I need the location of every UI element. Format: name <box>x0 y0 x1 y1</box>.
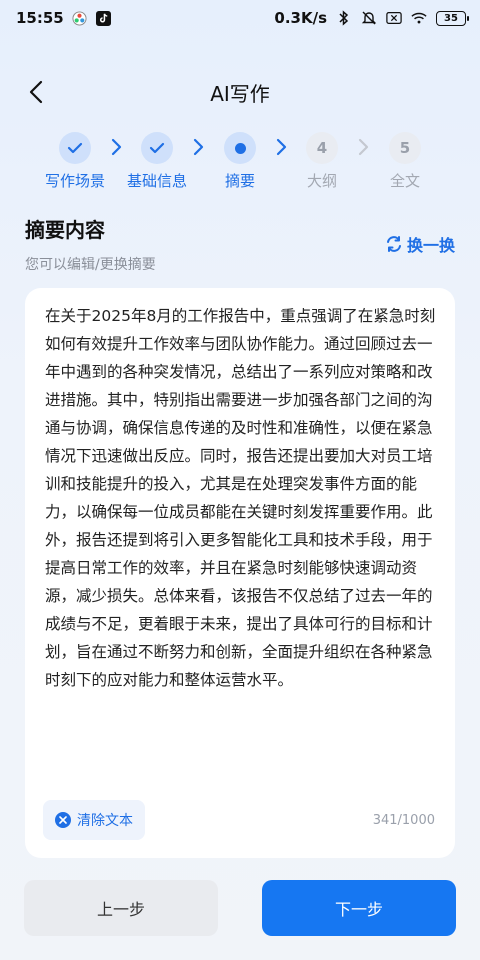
previous-step-button[interactable]: 上一步 <box>24 880 218 936</box>
back-button[interactable] <box>20 76 52 108</box>
step-label: 摘要 <box>224 172 255 190</box>
step-progress: 写作场景 基础信息 摘要 4 大纲 5 全文 <box>0 132 480 192</box>
clear-label: 清除文本 <box>77 813 133 829</box>
section-title: 摘要内容 <box>25 218 105 242</box>
char-counter: 341/1000 <box>372 813 435 828</box>
step-done-circle <box>59 132 91 164</box>
step-label: 全文 <box>389 172 420 190</box>
step-active-circle <box>224 132 256 164</box>
swap-button[interactable]: 换一换 <box>385 232 455 256</box>
refresh-icon <box>386 236 401 252</box>
step-number-circle: 4 <box>306 132 338 164</box>
battery-indicator: 35 <box>436 10 469 26</box>
step-label: 写作场景 <box>44 172 105 190</box>
check-icon <box>67 142 83 154</box>
step-writing-scene[interactable]: 写作场景 <box>35 132 115 191</box>
step-label: 基础信息 <box>126 172 187 190</box>
chevron-left-icon <box>29 80 43 104</box>
status-time: 15:55 <box>16 9 64 27</box>
status-bar: 15:55 0.3K/s 35 <box>0 0 480 36</box>
summary-textarea[interactable]: 在关于2025年8月的工作报告中，重点强调了在紧急时刻如何有效提升工作效率与团队… <box>45 302 437 694</box>
step-label: 大纲 <box>306 172 337 190</box>
network-speed: 0.3K/s <box>274 9 327 27</box>
active-dot <box>234 142 246 154</box>
wifi-icon <box>411 10 427 26</box>
section-subtitle: 您可以编辑/更换摘要 <box>25 257 156 273</box>
no-sim-icon <box>386 10 402 26</box>
close-circle-icon <box>55 812 71 828</box>
step-basic-info[interactable]: 基础信息 <box>117 132 197 191</box>
step-full-text[interactable]: 5 全文 <box>365 132 445 191</box>
step-outline[interactable]: 4 大纲 <box>282 132 362 191</box>
status-right: 0.3K/s 35 <box>274 9 469 27</box>
step-number-circle: 5 <box>389 132 421 164</box>
status-left: 15:55 <box>16 9 112 27</box>
nav-bar: AI写作 <box>0 68 480 116</box>
bluetooth-icon <box>336 10 352 26</box>
step-summary[interactable]: 摘要 <box>200 132 280 191</box>
check-icon <box>149 142 165 154</box>
app-notification-icon <box>72 10 88 26</box>
next-step-button[interactable]: 下一步 <box>262 880 456 936</box>
step-done-circle <box>141 132 173 164</box>
clear-text-button[interactable]: 清除文本 <box>43 800 145 840</box>
mute-bell-icon <box>361 10 377 26</box>
tiktok-icon <box>96 10 112 26</box>
summary-editor: 在关于2025年8月的工作报告中，重点强调了在紧急时刻如何有效提升工作效率与团队… <box>25 288 455 858</box>
page-title: AI写作 <box>210 81 270 106</box>
swap-label: 换一换 <box>406 236 455 255</box>
